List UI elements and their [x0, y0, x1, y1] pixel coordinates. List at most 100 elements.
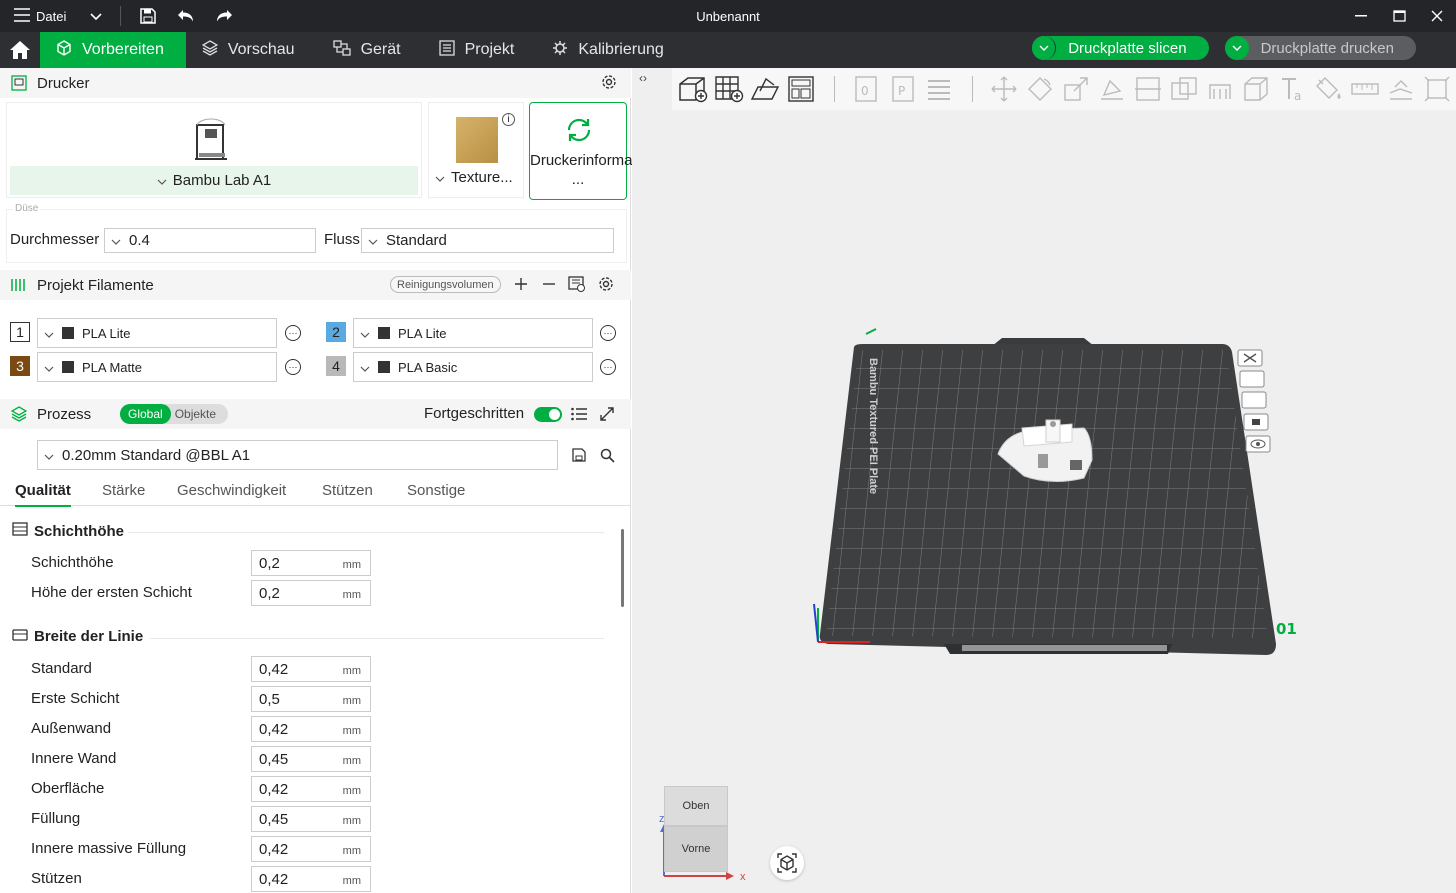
project-icon	[438, 39, 455, 61]
param-input[interactable]: 0,42 mm	[251, 716, 371, 742]
remove-icon[interactable]	[539, 274, 559, 294]
tab-device[interactable]: Gerät	[317, 32, 423, 68]
chevron-down-icon	[368, 232, 378, 249]
param-input[interactable]: 0,45 mm	[251, 746, 371, 772]
param-label: Oberfläche	[31, 780, 105, 797]
purge-volume-button[interactable]: Reinigungsvolumen	[390, 276, 501, 293]
param-unit: mm	[342, 589, 361, 601]
tab-speed[interactable]: Geschwindigkeit	[177, 482, 286, 499]
gear-icon[interactable]	[601, 74, 617, 94]
chevron-down-icon[interactable]	[1032, 36, 1057, 60]
view-top[interactable]: Oben	[664, 786, 728, 826]
plate-selector[interactable]: i Texture...	[428, 102, 524, 198]
scope-global[interactable]: Global	[120, 404, 171, 424]
axis-x-label: x	[740, 871, 746, 883]
filament-select[interactable]: PLA Lite	[353, 318, 593, 348]
close-icon[interactable]	[1418, 0, 1456, 32]
param-value: 0,2	[259, 584, 280, 602]
tab-supports[interactable]: Stützen	[322, 482, 373, 499]
view-cube[interactable]: Oben Vorne	[664, 786, 728, 874]
slice-plate-label: Druckplatte slicen	[1068, 39, 1187, 57]
tab-label: Vorschau	[227, 41, 295, 58]
compare-icon[interactable]	[597, 404, 617, 424]
info-icon[interactable]: i	[502, 113, 515, 126]
sync-filament-icon[interactable]	[567, 274, 587, 294]
slice-plate-button[interactable]: Druckplatte slicen	[1032, 36, 1209, 60]
more-icon[interactable]: ···	[285, 325, 301, 341]
param-input[interactable]: 0,42 mm	[251, 776, 371, 802]
tab-strength[interactable]: Stärke	[102, 482, 145, 499]
param-input[interactable]: 0,2 mm	[251, 580, 371, 606]
search-icon[interactable]	[597, 445, 617, 465]
group-title-text: Schichthöhe	[34, 522, 125, 540]
tab-quality[interactable]: Qualität	[15, 482, 71, 507]
advanced-switch[interactable]	[534, 407, 562, 422]
home-icon[interactable]	[0, 32, 40, 68]
save-icon[interactable]	[129, 0, 167, 32]
orient-plate-icon[interactable]	[1239, 370, 1265, 388]
tab-prepare[interactable]: Vorbereiten	[40, 32, 186, 68]
diameter-select[interactable]: 0.4	[104, 228, 316, 253]
param-unit: mm	[342, 755, 361, 767]
gear-icon[interactable]	[596, 274, 616, 294]
filament-name: PLA Basic	[398, 359, 458, 375]
param-label: Standard	[31, 660, 92, 677]
more-icon[interactable]: ···	[285, 359, 301, 375]
tab-project[interactable]: Projekt	[423, 32, 537, 68]
tab-others[interactable]: Sonstige	[407, 482, 465, 499]
param-unit: mm	[342, 559, 361, 571]
print-plate-button[interactable]: Druckplatte drucken	[1224, 36, 1416, 60]
process-preset-select[interactable]: 0.20mm Standard @BBL A1	[37, 440, 558, 470]
filament-number: 3	[10, 356, 30, 376]
plate-image	[456, 117, 498, 163]
chevron-down-icon	[435, 169, 445, 186]
scope-toggle[interactable]: Global Objekte	[120, 404, 228, 424]
filament-select[interactable]: PLA Basic	[353, 352, 593, 382]
plate-number[interactable]: 01	[1276, 620, 1297, 638]
view-front[interactable]: Vorne	[664, 826, 728, 872]
settings-scrollbar[interactable]	[621, 529, 624, 607]
filament-icon	[10, 276, 28, 294]
filament-select[interactable]: PLA Lite	[37, 318, 277, 348]
arrange-plate-icon[interactable]	[1241, 391, 1267, 409]
calibration-icon	[552, 40, 568, 61]
build-plate-scene[interactable]: Bambu Textured PEI Plate x z	[632, 68, 1456, 893]
chevron-down-icon[interactable]	[1224, 36, 1249, 60]
more-icon[interactable]: ···	[600, 359, 616, 375]
param-input[interactable]: 0,42 mm	[251, 866, 371, 892]
file-menu-button[interactable]: Datei	[0, 0, 112, 32]
redo-icon[interactable]	[205, 0, 243, 32]
printer-selector[interactable]: Bambu Lab A1	[6, 102, 422, 198]
param-input[interactable]: 0,2 mm	[251, 550, 371, 576]
printer-info-button[interactable]: Druckerinformationen ...	[529, 102, 673, 200]
maximize-icon[interactable]	[1380, 0, 1418, 32]
save-preset-icon[interactable]	[569, 445, 589, 465]
filament-section-header: Projekt Filamente	[0, 270, 631, 300]
list-icon[interactable]	[569, 404, 589, 424]
more-icon[interactable]: ···	[600, 325, 616, 341]
3d-viewport[interactable]: ‹› 0 P a Bambu Textured PEI Plate x z 01…	[632, 68, 1456, 893]
add-icon[interactable]	[511, 274, 531, 294]
param-input[interactable]: 0,5 mm	[251, 686, 371, 712]
nozzle-group: Düse Durchmesser 0.4 Fluss Standard	[6, 203, 627, 263]
device-icon	[332, 39, 351, 61]
scope-objects[interactable]: Objekte	[171, 407, 220, 421]
minimize-icon[interactable]	[1342, 0, 1380, 32]
group-title: Schichthöhe	[12, 522, 124, 540]
tab-label: Gerät	[360, 41, 401, 58]
reset-view-icon[interactable]	[770, 846, 804, 880]
group-title-text: Breite der Linie	[34, 628, 144, 645]
filament-select[interactable]: PLA Matte	[37, 352, 277, 382]
nozzle-legend: Düse	[13, 203, 41, 214]
printer-icon	[10, 74, 28, 92]
flow-select[interactable]: Standard	[361, 228, 614, 253]
printer-name-row[interactable]: Bambu Lab A1	[10, 166, 418, 195]
tab-calibration[interactable]: Kalibrierung	[536, 32, 685, 68]
filament-number: 4	[326, 356, 346, 376]
param-input[interactable]: 0,42 mm	[251, 836, 371, 862]
tab-preview[interactable]: Vorschau	[186, 32, 317, 68]
undo-icon[interactable]	[167, 0, 205, 32]
param-input[interactable]: 0,45 mm	[251, 806, 371, 832]
printer-image	[191, 115, 231, 166]
param-input[interactable]: 0,42 mm	[251, 656, 371, 682]
